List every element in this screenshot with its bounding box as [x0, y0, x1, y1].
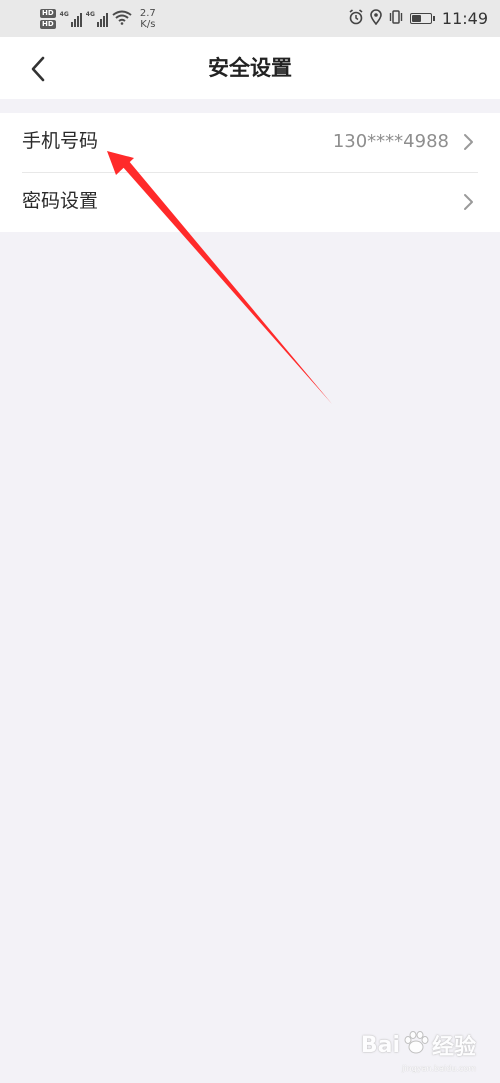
signal-icon: 4G — [86, 11, 108, 27]
status-time: 11:49 — [441, 9, 488, 28]
phone-number-value: 130****4988 — [332, 131, 449, 152]
chevron-right-icon — [464, 194, 473, 210]
network-type-label: 4G — [85, 11, 95, 18]
signal-icon: 4G — [60, 11, 82, 27]
chevron-right-icon — [464, 134, 473, 150]
password-settings-label: 密码设置 — [22, 190, 99, 212]
hd-badge: HD — [40, 20, 56, 29]
network-type-label: 4G — [59, 11, 69, 18]
network-speed: 2.7 K/s — [140, 8, 156, 30]
paw-icon — [403, 1031, 429, 1059]
watermark-brand: Bai — [360, 1032, 400, 1058]
watermark-brand-suffix: 经验 — [431, 1035, 476, 1060]
watermark-logo: Bai 经验 jingyan.baidu.com — [360, 1029, 476, 1073]
nav-header: 安全设置 — [0, 37, 500, 99]
wifi-icon — [112, 9, 132, 29]
phone-number-row[interactable]: 手机号码 130****4988 — [0, 113, 500, 172]
status-bar: HD HD 4G 4G 2.7 K/s 11:49 — [0, 0, 500, 37]
vibrate-icon — [388, 9, 404, 29]
password-settings-row[interactable]: 密码设置 — [0, 173, 500, 232]
status-right: 11:49 — [348, 0, 488, 37]
settings-list: 手机号码 130****4988 密码设置 — [0, 113, 500, 232]
watermark-domain: jingyan.baidu.com — [402, 1064, 476, 1073]
location-icon — [370, 8, 382, 29]
speed-unit: K/s — [140, 19, 156, 30]
hd-badge: HD — [40, 9, 56, 18]
speed-value: 2.7 — [139, 8, 156, 19]
alarm-icon — [348, 8, 364, 29]
hd-indicators: HD HD — [40, 9, 56, 29]
battery-icon — [409, 13, 435, 24]
status-left: HD HD 4G 4G 2.7 K/s — [40, 5, 156, 33]
page-title: 安全设置 — [208, 56, 292, 80]
phone-number-label: 手机号码 — [22, 130, 99, 152]
